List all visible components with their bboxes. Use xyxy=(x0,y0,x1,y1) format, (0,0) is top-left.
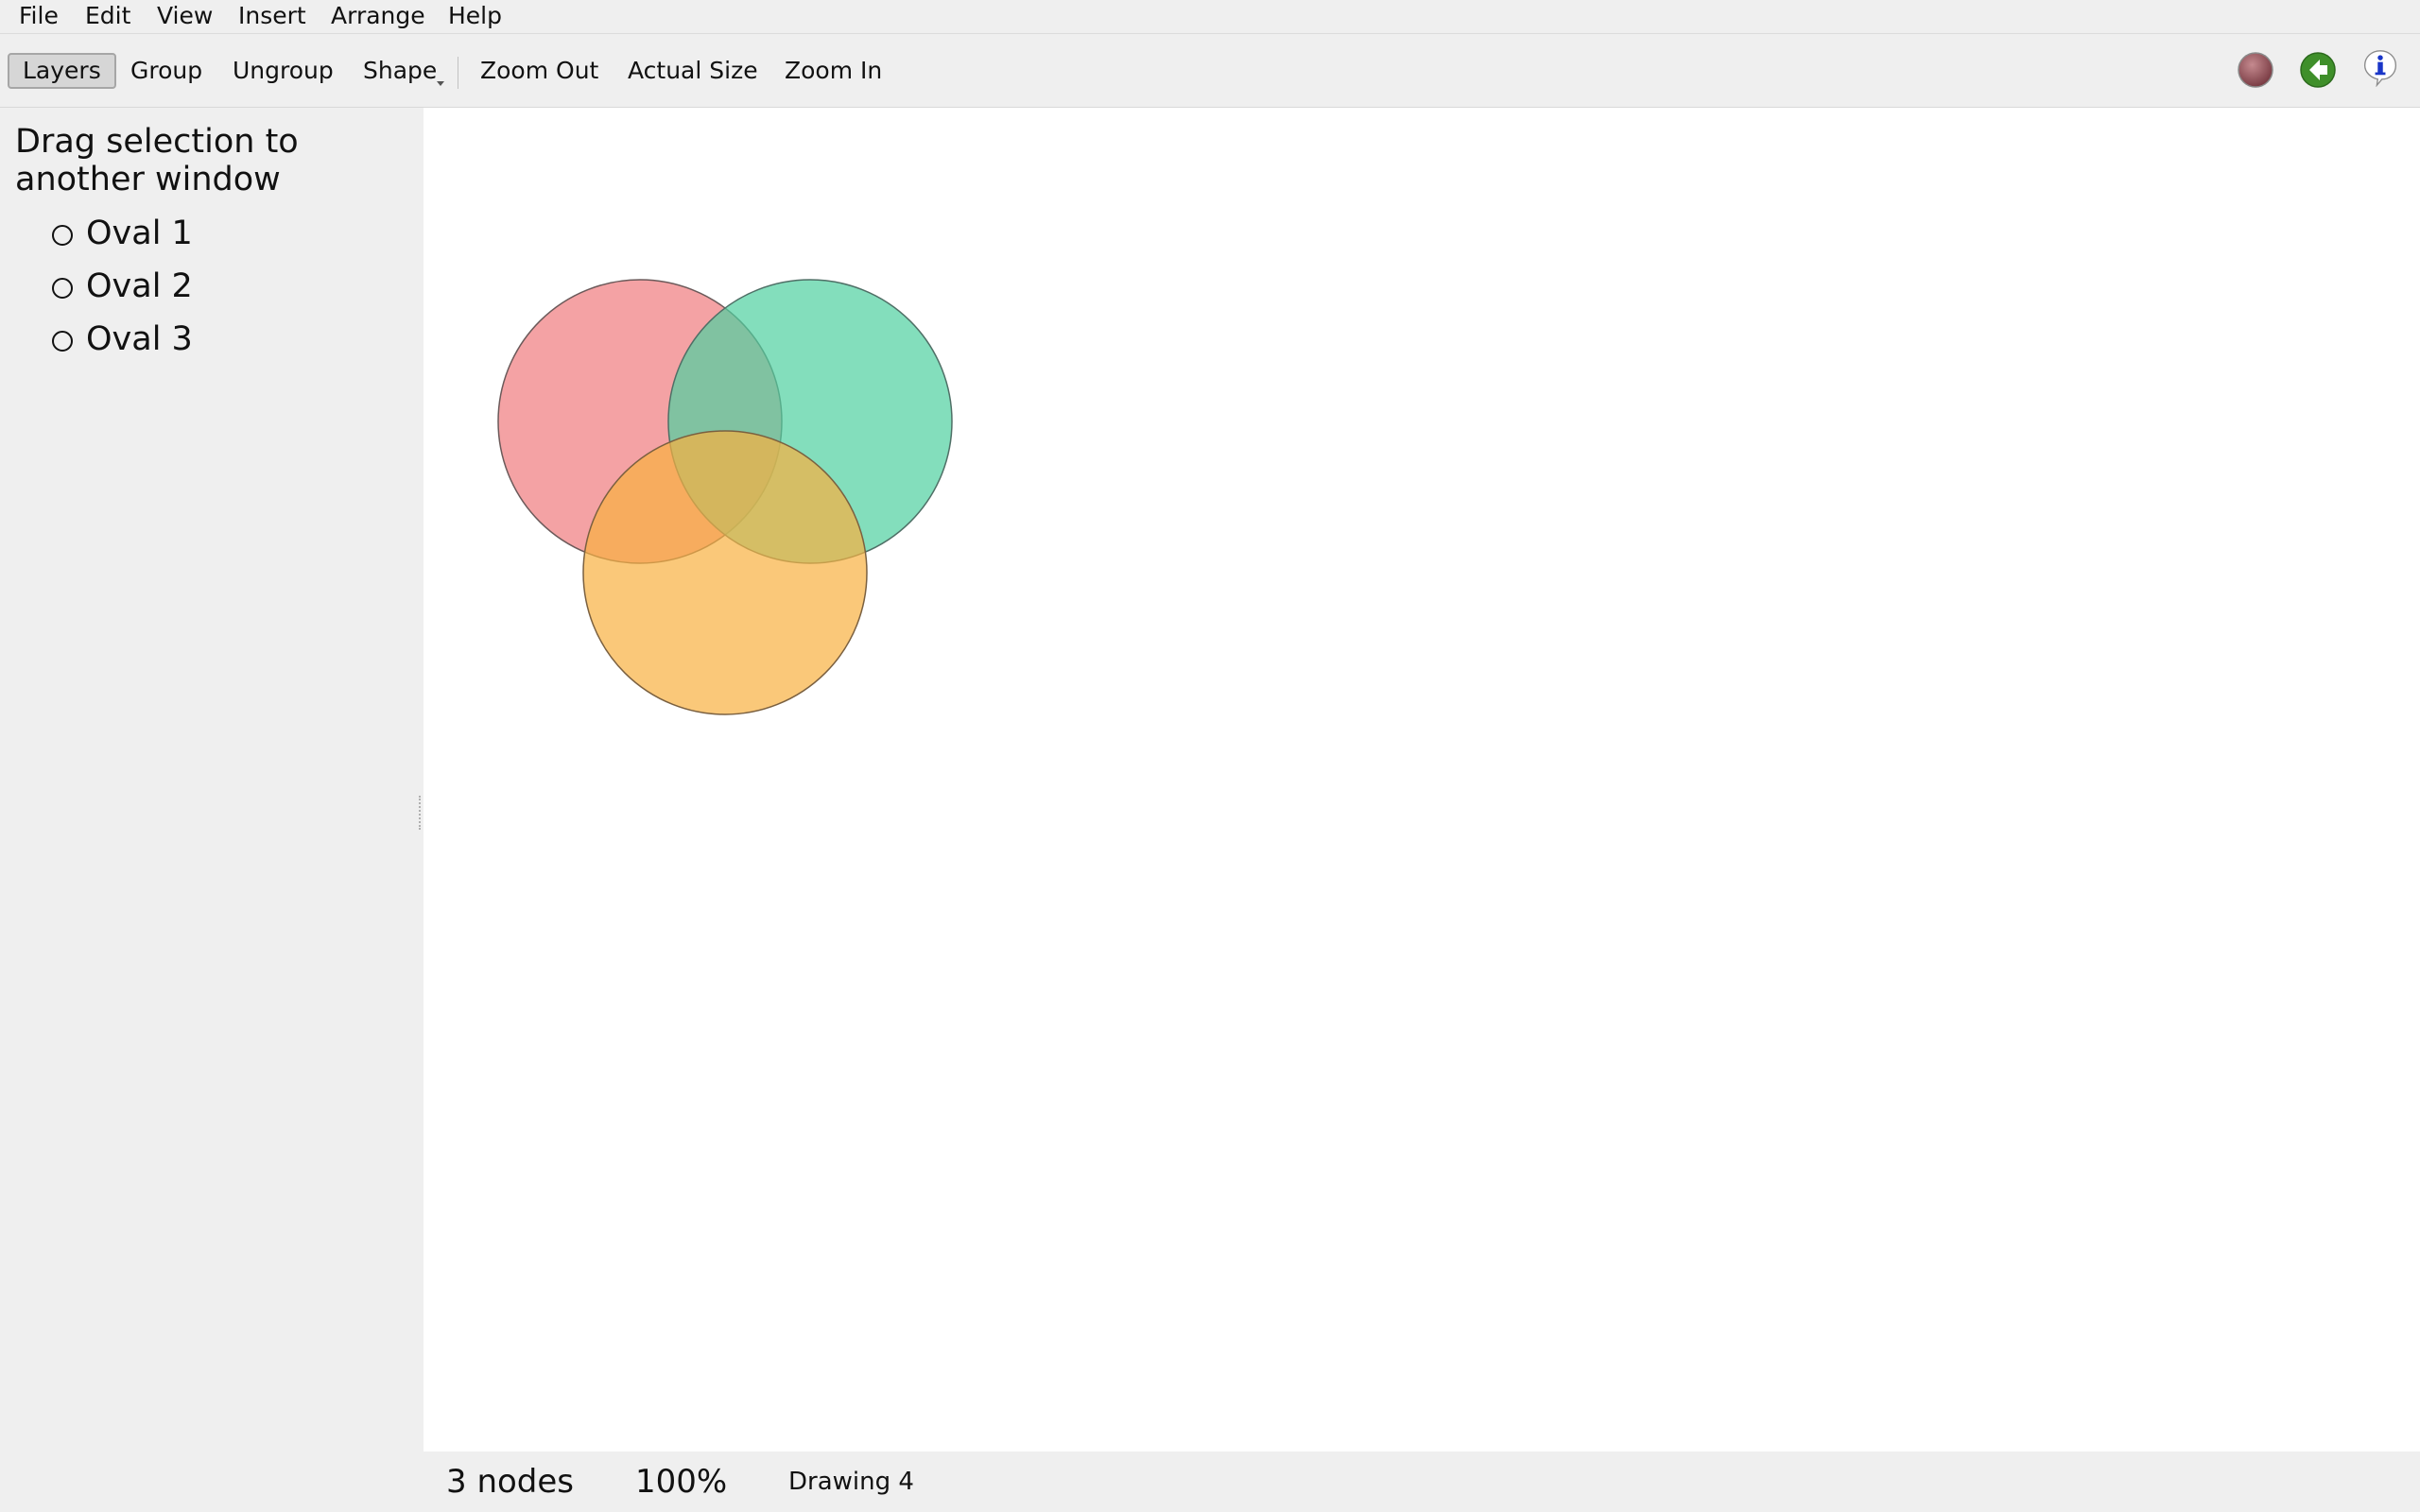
info-icon[interactable] xyxy=(2361,49,2399,87)
record-icon[interactable] xyxy=(2237,51,2274,89)
status-bar: 3 nodes 100% Drawing 4 xyxy=(424,1452,2420,1512)
layers-button[interactable]: Layers xyxy=(8,53,116,89)
layer-label: Oval 2 xyxy=(86,267,193,305)
canvas-svg xyxy=(497,279,953,715)
drawing-canvas[interactable] xyxy=(424,108,2420,1452)
radio-icon[interactable] xyxy=(52,225,73,246)
zoom-out-button[interactable]: Zoom Out xyxy=(467,53,612,89)
layer-item-oval-1[interactable]: Oval 1 xyxy=(52,212,193,255)
zoom-in-button[interactable]: Zoom In xyxy=(771,53,895,89)
panel-splitter-handle[interactable] xyxy=(419,796,423,830)
menu-file[interactable]: File xyxy=(15,0,62,32)
menu-arrange[interactable]: Arrange xyxy=(327,0,429,32)
actual-size-button[interactable]: Actual Size xyxy=(614,53,771,89)
menu-bar: File Edit View Insert Arrange Help xyxy=(0,0,2420,34)
menu-view[interactable]: View xyxy=(153,0,216,32)
layers-panel: Drag selection to another window Oval 1 … xyxy=(0,108,421,1512)
menu-insert[interactable]: Insert xyxy=(234,0,310,32)
shape-dropdown-caret-icon[interactable] xyxy=(437,81,444,86)
menu-edit[interactable]: Edit xyxy=(81,0,134,32)
layer-label: Oval 3 xyxy=(86,320,193,358)
document-name: Drawing 4 xyxy=(788,1468,914,1496)
ungroup-button[interactable]: Ungroup xyxy=(219,53,347,89)
menu-help[interactable]: Help xyxy=(444,0,506,32)
node-count: 3 nodes xyxy=(446,1463,575,1501)
shape-button[interactable]: Shape xyxy=(350,53,450,89)
radio-icon[interactable] xyxy=(52,331,73,352)
toolbar: Layers Group Ungroup Shape Zoom Out Actu… xyxy=(0,34,2420,108)
oval-3[interactable] xyxy=(582,430,868,715)
back-arrow-icon[interactable] xyxy=(2299,51,2337,89)
layer-item-oval-2[interactable]: Oval 2 xyxy=(52,265,193,308)
layer-item-oval-3[interactable]: Oval 3 xyxy=(52,318,193,361)
group-button[interactable]: Group xyxy=(117,53,216,89)
panel-instruction: Drag selection to another window xyxy=(15,123,299,198)
radio-icon[interactable] xyxy=(52,278,73,299)
layer-label: Oval 1 xyxy=(86,215,193,252)
zoom-level: 100% xyxy=(635,1463,728,1501)
